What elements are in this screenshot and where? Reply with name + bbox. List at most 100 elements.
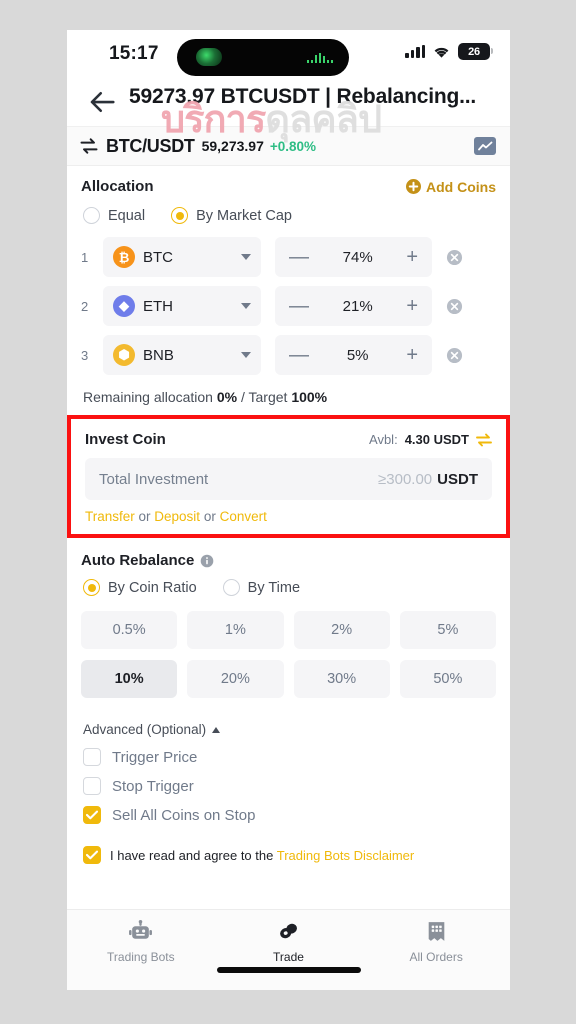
row-index: 2 — [81, 298, 89, 314]
disclaimer-link[interactable]: Trading Bots Disclaimer — [277, 848, 415, 863]
checkbox-trigger-price[interactable]: Trigger Price — [81, 737, 496, 766]
table-row: 3 ⬢ BNB — 5% + — [81, 335, 496, 375]
checkbox-box[interactable] — [83, 748, 101, 766]
trading-pair: BTC/USDT — [106, 135, 195, 156]
checkbox-box[interactable] — [83, 777, 101, 795]
convert-link[interactable]: Convert — [220, 509, 267, 524]
tab-trade[interactable]: Trade — [215, 919, 363, 964]
radio-by-coin-ratio[interactable] — [83, 579, 100, 596]
checkbox-sell-all-coins-on-stop[interactable]: Sell All Coins on Stop — [81, 795, 496, 824]
currency-unit: USDT — [437, 470, 478, 488]
invest-coin-section: Invest Coin Avbl: 4.30 USDT Total Invest… — [67, 415, 510, 538]
chip-1[interactable]: 1% — [187, 611, 284, 649]
allocation-title: Allocation — [81, 178, 154, 195]
minus-button[interactable]: — — [289, 247, 309, 267]
chip-50[interactable]: 50% — [399, 660, 496, 698]
chip-30[interactable]: 30% — [293, 660, 390, 698]
percent-value: 5% — [346, 346, 369, 364]
tab-trading-bots[interactable]: Trading Bots — [67, 919, 215, 964]
total-investment-input[interactable]: Total Investment ≥300.00 USDT — [85, 458, 492, 500]
invest-coin-title: Invest Coin — [85, 431, 166, 448]
remaining-prefix: Remaining allocation — [83, 389, 217, 405]
plus-button[interactable]: + — [406, 296, 418, 316]
input-placeholder: Total Investment — [99, 470, 209, 488]
auto-rebalance-title: Auto Rebalance — [81, 552, 195, 569]
chevron-down-icon — [241, 303, 251, 309]
checkbox-stop-trigger[interactable]: Stop Trigger — [81, 766, 496, 795]
checkbox-label: Trigger Price — [112, 748, 198, 766]
chip-20[interactable]: 20% — [187, 660, 284, 698]
robot-icon — [129, 919, 153, 939]
coin-selector-bnb[interactable]: ⬢ BNB — [103, 335, 261, 375]
status-bar: 15:17 26 — [67, 30, 510, 78]
tab-label: Trading Bots — [107, 950, 175, 964]
transfer-link[interactable]: Transfer — [85, 509, 135, 524]
plus-button[interactable]: + — [406, 345, 418, 365]
coin-symbol: ETH — [143, 297, 173, 315]
phone-frame: 15:17 26 บริการดุลคลิป 59273.97 BTCUSDT … — [67, 30, 510, 990]
checkbox-box[interactable] — [83, 806, 101, 824]
dynamic-island — [177, 39, 349, 76]
row-index: 1 — [81, 249, 89, 265]
line-chart-icon[interactable] — [474, 137, 496, 155]
radio-equal[interactable] — [83, 207, 100, 224]
remaining-allocation: Remaining allocation 0% / Target 100% — [81, 375, 496, 415]
home-indicator — [216, 967, 361, 973]
bottom-tab-bar: Trading Bots Trade All Orders — [67, 909, 510, 990]
info-icon[interactable] — [200, 554, 214, 568]
row-index: 3 — [81, 347, 89, 363]
minus-button[interactable]: — — [289, 296, 309, 316]
agreement-row[interactable]: I have read and agree to the Trading Bot… — [81, 824, 496, 864]
percent-stepper-btc[interactable]: — 74% + — [275, 237, 432, 277]
add-coins-button[interactable]: Add Coins — [406, 179, 496, 195]
tab-label: Trade — [273, 950, 304, 964]
chip-10[interactable]: 10% — [81, 660, 178, 698]
check-icon — [86, 810, 98, 820]
percent-stepper-eth[interactable]: — 21% + — [275, 286, 432, 326]
deposit-link[interactable]: Deposit — [154, 509, 200, 524]
remove-circle-icon[interactable] — [446, 249, 463, 266]
chevron-down-icon — [241, 254, 251, 260]
chip-5[interactable]: 5% — [399, 611, 496, 649]
agreement-checkbox[interactable] — [83, 846, 101, 864]
chip-0-5[interactable]: 0.5% — [81, 611, 178, 649]
minimum-amount: ≥300.00 — [378, 470, 433, 488]
current-price: 59,273.97 — [201, 138, 264, 154]
allocation-mode-group: Equal By Market Cap — [81, 197, 496, 228]
transfer-arrows-icon[interactable] — [476, 433, 492, 447]
radio-by-market-cap[interactable] — [171, 207, 189, 224]
price-bar[interactable]: BTC/USDT 59,273.97 +0.80% — [67, 126, 510, 166]
remove-circle-icon[interactable] — [446, 347, 463, 364]
tab-all-orders[interactable]: All Orders — [362, 919, 510, 964]
plus-button[interactable]: + — [406, 247, 418, 267]
cellular-signal-icon — [405, 45, 425, 58]
radio-by-time-label: By Time — [247, 579, 301, 596]
coin-selector-eth[interactable]: ◆ ETH — [103, 286, 261, 326]
coin-selector-btc[interactable]: ₿ BTC — [103, 237, 261, 277]
coin-symbol: BNB — [143, 346, 174, 364]
remove-circle-icon[interactable] — [446, 298, 463, 315]
radio-by-time[interactable] — [222, 579, 240, 596]
or-text-1: or — [134, 509, 155, 524]
battery-icon: 26 — [458, 43, 493, 60]
invest-coin-header: Invest Coin Avbl: 4.30 USDT — [85, 431, 492, 448]
advanced-toggle[interactable]: Advanced (Optional) — [81, 698, 496, 737]
status-bar-time: 15:17 — [109, 43, 159, 64]
coins-icon — [280, 923, 297, 939]
swap-arrows-icon[interactable] — [79, 136, 99, 156]
chip-2[interactable]: 2% — [293, 611, 390, 649]
rebalance-mode-group: By Coin Ratio By Time — [81, 569, 496, 600]
agreement-text: I have read and agree to the Trading Bot… — [110, 848, 414, 863]
minus-button[interactable]: — — [289, 345, 309, 365]
camera-icon — [196, 48, 222, 66]
back-arrow-icon[interactable] — [87, 87, 117, 117]
table-row: 1 ₿ BTC — 74% + — [81, 237, 496, 277]
checkbox-label: Sell All Coins on Stop — [112, 806, 256, 824]
ratio-chips-row-2: 10% 20% 30% 50% — [81, 660, 496, 698]
percent-value: 74% — [342, 248, 373, 266]
coin-symbol: BTC — [143, 248, 173, 266]
wifi-icon — [434, 47, 449, 58]
radio-by-market-cap-label: By Market Cap — [196, 207, 292, 224]
add-coins-label: Add Coins — [426, 178, 496, 195]
percent-stepper-bnb[interactable]: — 5% + — [275, 335, 432, 375]
